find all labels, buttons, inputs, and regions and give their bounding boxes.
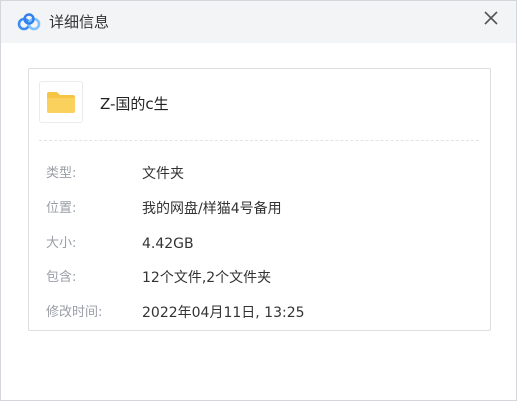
detail-row-contains: 包含: 12个文件,2个文件夹: [29, 267, 489, 289]
detail-value: 文件夹: [142, 166, 184, 182]
detail-value: 12个文件,2个文件夹: [142, 270, 272, 286]
details-panel: Z-国的c生 类型: 文件夹 位置: 我的网盘/样猫4号备用 大小: 4.42G…: [28, 68, 491, 331]
baidu-netdisk-logo-icon: [17, 13, 41, 31]
detail-row-type: 类型: 文件夹: [29, 163, 489, 185]
details-dialog: 详细信息 Z-国的c生 类型: 文件夹 位置: 我的网盘/样猫4号备用 大小:: [0, 0, 517, 401]
detail-row-size: 大小: 4.42GB: [29, 233, 489, 255]
close-button[interactable]: [478, 5, 504, 31]
detail-value: 4.42GB: [142, 236, 194, 252]
detail-label: 大小:: [46, 236, 77, 251]
detail-label: 类型:: [46, 166, 77, 181]
detail-label: 包含:: [46, 270, 77, 285]
detail-value: 我的网盘/样猫4号备用: [142, 201, 282, 217]
file-name: Z-国的c生: [100, 95, 169, 113]
close-icon: [484, 11, 498, 25]
file-thumbnail: [39, 81, 83, 123]
divider: [39, 140, 479, 141]
detail-value: 2022年04月11日, 13:25: [142, 305, 305, 321]
dialog-title: 详细信息: [49, 13, 110, 31]
detail-label: 修改时间:: [46, 305, 103, 320]
detail-label: 位置:: [46, 201, 77, 216]
detail-row-modified: 修改时间: 2022年04月11日, 13:25: [29, 302, 489, 324]
folder-icon: [47, 92, 75, 113]
detail-row-location: 位置: 我的网盘/样猫4号备用: [29, 198, 489, 220]
title-bar: 详细信息: [1, 1, 516, 43]
